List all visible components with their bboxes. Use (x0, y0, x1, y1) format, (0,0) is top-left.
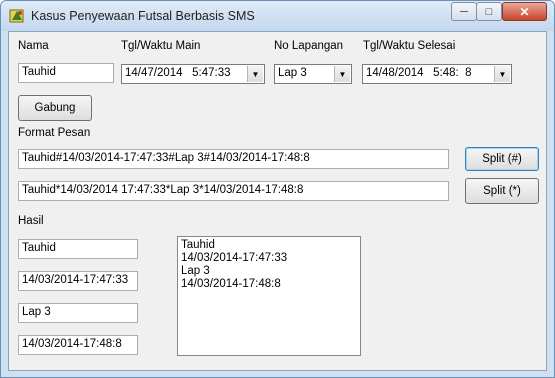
nama-label: Nama (18, 40, 49, 52)
chevron-down-icon[interactable]: ▼ (494, 66, 510, 82)
tgl-main-value: 14/47/2014 5:47:33 (125, 67, 231, 79)
hasil-tgl-selesai-field[interactable]: 14/03/2014-17:48:8 (18, 335, 138, 355)
hasil-tgl-main-field[interactable]: 14/03/2014-17:47:33 (18, 271, 138, 291)
tgl-selesai-picker[interactable]: 14/48/2014 5:48: 8 ▼ (362, 64, 512, 84)
format-pesan-label: Format Pesan (18, 127, 91, 139)
tgl-main-label: Tgl/Waktu Main (121, 40, 201, 52)
minimize-button[interactable]: ─ (451, 2, 477, 21)
pesan-star-input[interactable]: Tauhid*14/03/2014 17:47:33*Lap 3*14/03/2… (18, 181, 449, 201)
split-star-button[interactable]: Split (*) (465, 178, 539, 204)
pesan-hash-input[interactable]: Tauhid#14/03/2014-17:47:33#Lap 3#14/03/2… (18, 149, 449, 169)
hasil-listbox[interactable]: Tauhid 14/03/2014-17:47:33 Lap 3 14/03/2… (177, 236, 361, 356)
title-bar[interactable]: Kasus Penyewaan Futsal Berbasis SMS ─ □ … (1, 1, 554, 31)
form-client-area: Nama Tgl/Waktu Main No Lapangan Tgl/Wakt… (8, 31, 547, 371)
hasil-lapangan-field[interactable]: Lap 3 (18, 303, 138, 323)
lapangan-value: Lap 3 (278, 67, 307, 79)
hasil-nama-field[interactable]: Tauhid (18, 239, 138, 259)
window-title: Kasus Penyewaan Futsal Berbasis SMS (31, 9, 255, 23)
tgl-selesai-label: Tgl/Waktu Selesai (363, 40, 456, 52)
app-window: Kasus Penyewaan Futsal Berbasis SMS ─ □ … (0, 0, 555, 378)
tgl-main-picker[interactable]: 14/47/2014 5:47:33 ▼ (121, 64, 265, 84)
list-item[interactable]: 14/03/2014-17:48:8 (181, 278, 357, 291)
maximize-button[interactable]: □ (476, 2, 502, 21)
chevron-down-icon[interactable]: ▼ (247, 66, 263, 82)
lapangan-label: No Lapangan (274, 40, 344, 52)
hasil-label: Hasil (18, 215, 44, 227)
close-button[interactable]: ✕ (502, 2, 547, 21)
list-item[interactable]: 14/03/2014-17:47:33 (181, 252, 357, 265)
list-item[interactable]: Lap 3 (181, 265, 357, 278)
chevron-down-icon[interactable]: ▼ (334, 66, 350, 82)
list-item[interactable]: Tauhid (181, 239, 357, 252)
tgl-selesai-value: 14/48/2014 5:48: 8 (366, 67, 472, 79)
split-hash-button[interactable]: Split (#) (465, 147, 539, 171)
lapangan-select[interactable]: Lap 3 ▼ (274, 64, 352, 84)
app-icon (9, 9, 24, 23)
gabung-button[interactable]: Gabung (18, 95, 92, 121)
nama-input[interactable]: Tauhid (18, 63, 114, 83)
